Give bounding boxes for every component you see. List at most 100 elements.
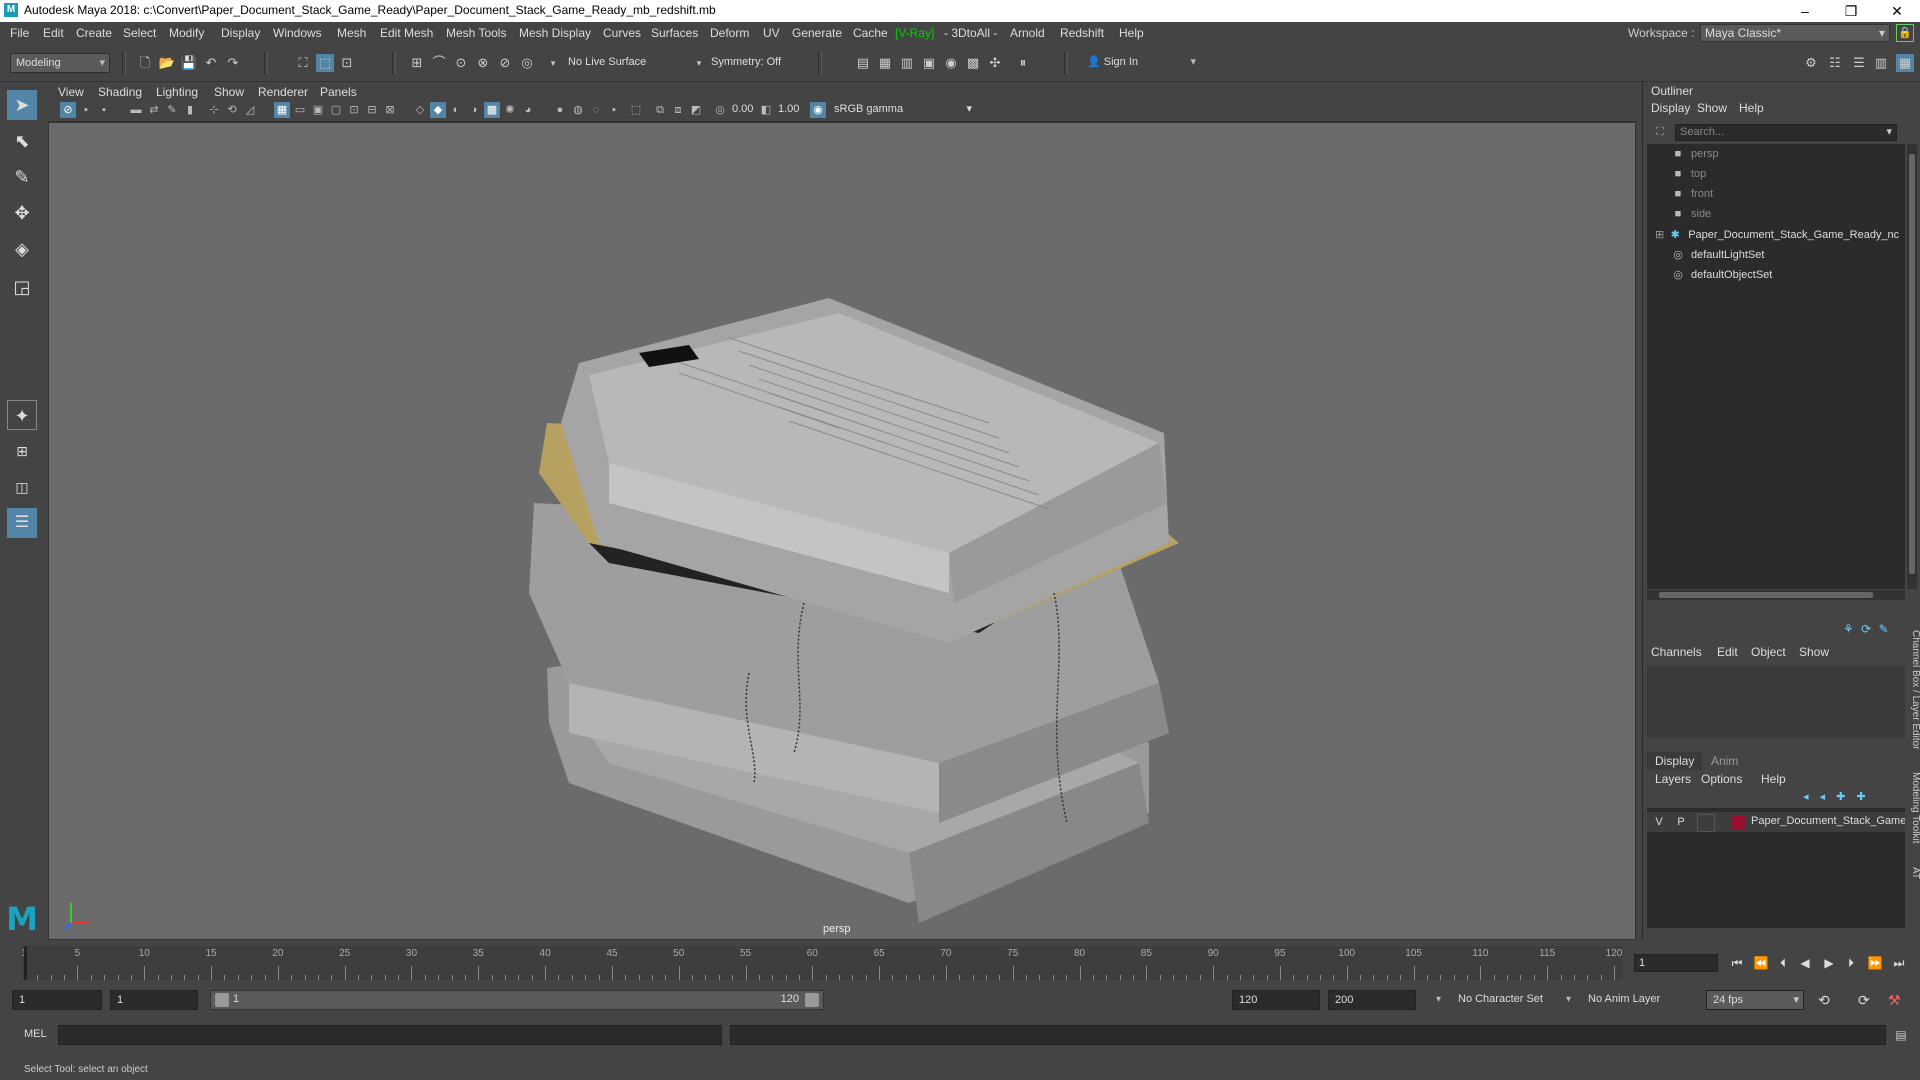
tool-settings-icon[interactable]: ☰: [1850, 54, 1868, 72]
menu-3dtoall[interactable]: - 3DtoAll -: [944, 26, 997, 40]
vp-menu-renderer[interactable]: Renderer: [258, 85, 308, 99]
step-forward-key-icon[interactable]: ⏵: [1842, 954, 1860, 972]
move-layer-up-icon[interactable]: ◂: [1803, 791, 1809, 803]
shadows-icon[interactable]: ⊟: [364, 102, 380, 118]
outliner-menu-show[interactable]: Show: [1697, 101, 1727, 115]
go-to-end-icon[interactable]: ⏭: [1890, 954, 1908, 972]
menuset-select[interactable]: Modeling ▾: [10, 53, 110, 73]
light-editor-icon[interactable]: ✣: [986, 54, 1004, 72]
new-layer-selected-icon[interactable]: ✚: [1856, 791, 1865, 803]
chevron-down-icon[interactable]: ▾: [544, 54, 562, 72]
select-component-icon[interactable]: ⊡: [338, 54, 356, 72]
menu-uv[interactable]: UV: [763, 26, 780, 40]
outliner-horizontal-scrollbar[interactable]: [1647, 590, 1905, 600]
animation-prefs-icon[interactable]: ⚒: [1888, 992, 1901, 1009]
outliner-item-default-object-set[interactable]: ◎ defaultObjectSet: [1671, 268, 1772, 281]
pause-icon[interactable]: ⏸: [1014, 54, 1032, 72]
select-object-icon[interactable]: ⬚: [316, 54, 334, 72]
modeling-toolkit-icon[interactable]: ⚙: [1802, 54, 1820, 72]
layer-visibility-toggle[interactable]: V: [1651, 814, 1667, 830]
layer-editor-icon[interactable]: ▦: [1896, 54, 1914, 72]
animation-start-field[interactable]: 1: [12, 990, 102, 1010]
outliner-item-front[interactable]: ■ front: [1671, 188, 1713, 200]
image-plane-icon[interactable]: ▬: [128, 102, 144, 118]
character-set-select[interactable]: No Character Set: [1452, 990, 1572, 1010]
menu-file[interactable]: File: [10, 26, 29, 40]
scale-tool-icon[interactable]: ◲: [7, 272, 37, 302]
layers-menu[interactable]: Layers: [1655, 772, 1691, 786]
filter-icon[interactable]: ⛶: [1651, 124, 1669, 141]
exposure-icon[interactable]: ◎: [712, 102, 728, 118]
menu-windows[interactable]: Windows: [273, 26, 322, 40]
menu-select[interactable]: Select: [123, 26, 156, 40]
channel-show-menu[interactable]: Show: [1799, 645, 1829, 659]
outliner-item-persp[interactable]: ■ persp: [1671, 148, 1719, 160]
mel-command-input[interactable]: [58, 1025, 722, 1045]
range-bar[interactable]: 1 120: [210, 990, 824, 1010]
layer-row[interactable]: V P Paper_Document_Stack_Game_: [1647, 812, 1905, 832]
close-button[interactable]: ✕: [1874, 0, 1920, 22]
layer-playback-toggle[interactable]: P: [1673, 814, 1689, 830]
vp-menu-shading[interactable]: Shading: [98, 85, 142, 99]
menu-vray[interactable]: [V-Ray]: [895, 26, 934, 40]
two-view-layout-icon[interactable]: ◫: [7, 472, 37, 502]
render-frame-icon[interactable]: ▦: [876, 54, 894, 72]
outliner-menu-help[interactable]: Help: [1739, 101, 1764, 115]
expand-icon[interactable]: ⊞: [1655, 229, 1664, 241]
grease-pencil-icon[interactable]: ✎: [164, 102, 180, 118]
time-slider-track[interactable]: 1510152025303540455055606570758085909510…: [21, 946, 1622, 980]
scroll-thumb[interactable]: [1659, 592, 1873, 598]
menu-mesh-display[interactable]: Mesh Display: [519, 26, 591, 40]
vp-menu-show[interactable]: Show: [214, 85, 244, 99]
menu-generate[interactable]: Generate: [792, 26, 842, 40]
color-management-icon[interactable]: ◉: [810, 102, 826, 118]
snap-point-icon[interactable]: ⊙: [452, 54, 470, 72]
fps-select[interactable]: 24 fps ▾: [1706, 990, 1804, 1010]
grid-icon[interactable]: ⊹: [206, 102, 222, 118]
snap-view-plane-icon[interactable]: ⊘: [496, 54, 514, 72]
bookmarks-icon[interactable]: ▪: [96, 102, 112, 118]
isolate-select-icon[interactable]: ◇: [412, 102, 428, 118]
playback-start-field[interactable]: 1: [110, 990, 198, 1010]
side-tab-attribute[interactable]: AT: [1910, 867, 1920, 879]
channel-edit-menu[interactable]: Edit: [1717, 645, 1738, 659]
menu-mesh[interactable]: Mesh: [337, 26, 366, 40]
layer-display-type[interactable]: [1697, 814, 1715, 832]
go-to-start-icon[interactable]: ⏮: [1728, 954, 1746, 972]
symmetry-field[interactable]: Symmetry: Off: [706, 53, 806, 73]
hypershade-icon[interactable]: ◉: [942, 54, 960, 72]
new-layer-icon[interactable]: ✚: [1836, 791, 1845, 803]
workspace-select[interactable]: Maya Classic*: [1700, 24, 1890, 42]
ipr-render-icon[interactable]: ▥: [898, 54, 916, 72]
vp-menu-panels[interactable]: Panels: [320, 85, 357, 99]
new-scene-icon[interactable]: 🗋: [136, 54, 154, 72]
select-icon[interactable]: ⬚: [628, 102, 644, 118]
outliner-search-input[interactable]: Search... ▾: [1675, 124, 1897, 141]
playback-end-field[interactable]: 120: [1232, 990, 1320, 1010]
paint-select-tool-icon[interactable]: ✎: [7, 162, 37, 192]
step-back-key-icon[interactable]: ⏴: [1774, 954, 1792, 972]
snap-projected-icon[interactable]: ⊗: [474, 54, 492, 72]
step-forward-icon[interactable]: ⏩: [1866, 954, 1884, 972]
redo-icon[interactable]: ↷: [224, 54, 242, 72]
menu-curves[interactable]: Curves: [603, 26, 641, 40]
live-surface-field[interactable]: No Live Surface: [563, 53, 663, 73]
menu-mesh-tools[interactable]: Mesh Tools: [446, 26, 506, 40]
side-tab-modeling-toolkit[interactable]: Modeling Toolkit: [1910, 772, 1920, 844]
current-frame-field[interactable]: 1: [1634, 954, 1718, 972]
lasso-tool-icon[interactable]: ⬉: [7, 126, 37, 156]
menu-edit[interactable]: Edit: [43, 26, 64, 40]
menu-modify[interactable]: Modify: [169, 26, 204, 40]
menu-surfaces[interactable]: Surfaces: [651, 26, 698, 40]
channel-object-menu[interactable]: Object: [1751, 645, 1786, 659]
outliner-item-default-light-set[interactable]: ◎ defaultLightSet: [1671, 248, 1764, 261]
move-layer-down-icon[interactable]: ◂: [1820, 791, 1826, 803]
vp-menu-lighting[interactable]: Lighting: [156, 85, 198, 99]
pin-icon[interactable]: ✎: [1879, 622, 1889, 636]
film-gate-icon[interactable]: ⟲: [224, 102, 240, 118]
shaded-icon[interactable]: ◆: [430, 102, 446, 118]
loop-icon[interactable]: ⟲: [1818, 992, 1830, 1009]
script-editor-icon[interactable]: ▤: [1892, 1026, 1910, 1044]
menu-edit-mesh[interactable]: Edit Mesh: [380, 26, 433, 40]
maximize-button[interactable]: ❐: [1828, 0, 1874, 22]
